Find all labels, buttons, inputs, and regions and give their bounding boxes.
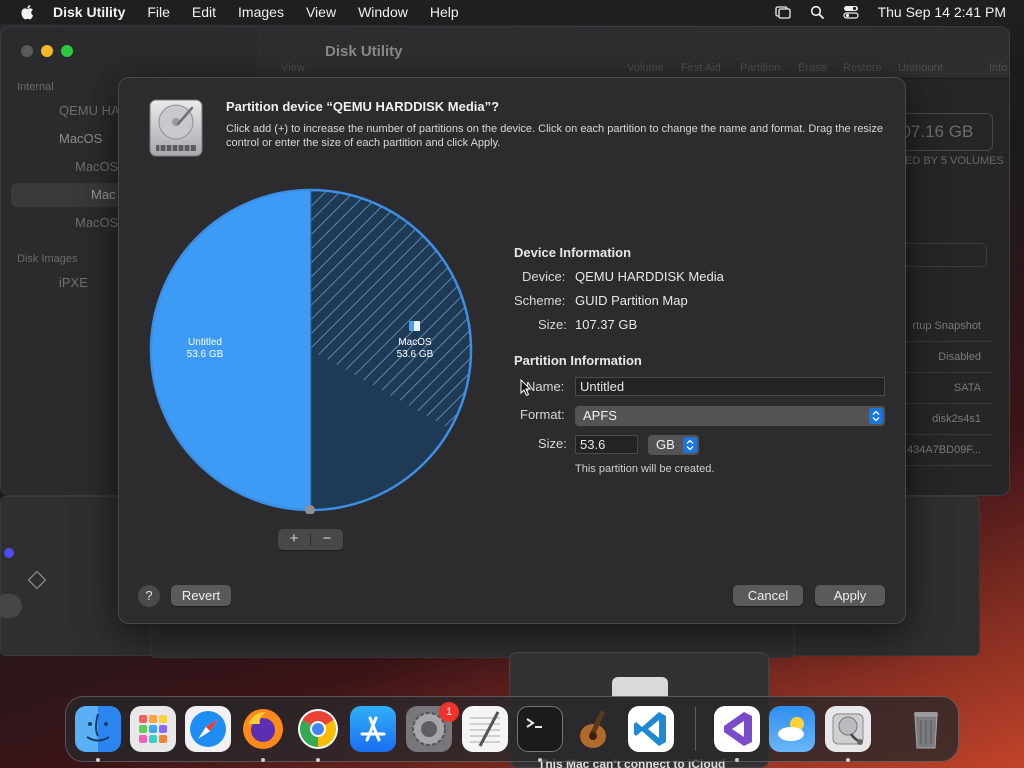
apple-logo-icon bbox=[612, 677, 668, 697]
weather-icon[interactable] bbox=[769, 706, 815, 752]
format-select-value: APFS bbox=[583, 408, 617, 423]
partition-size-field[interactable]: 53.6 bbox=[575, 435, 638, 454]
partition-size-label: Size: bbox=[538, 436, 567, 451]
zoom-window-button[interactable] bbox=[61, 45, 73, 57]
sheet-title: Partition device “QEMU HARDDISK Media”? bbox=[226, 99, 500, 114]
toolbar-partition-button[interactable]: Partition bbox=[740, 62, 780, 74]
app-store-icon[interactable] bbox=[350, 706, 396, 752]
apply-button[interactable]: Apply bbox=[815, 585, 885, 606]
device-info-heading: Device Information bbox=[514, 245, 632, 260]
textedit-icon[interactable] bbox=[462, 706, 508, 752]
sidebar-section-disk-images: Disk Images bbox=[17, 253, 78, 265]
toolbar-erase-button[interactable]: Erase bbox=[798, 62, 827, 74]
size-unit-select[interactable]: GB bbox=[648, 435, 699, 455]
sidebar-item-macos-volume[interactable]: MacOS bbox=[75, 159, 118, 174]
firefox-icon[interactable] bbox=[240, 706, 286, 752]
visual-studio-icon[interactable] bbox=[714, 706, 760, 752]
device-label: Device: bbox=[522, 269, 566, 284]
menu-edit[interactable]: Edit bbox=[192, 4, 216, 20]
macos-finder-icon bbox=[409, 321, 420, 331]
notification-badge: 1 bbox=[439, 702, 459, 722]
du-toolbar: Disk Utility View Volume First Aid Parti… bbox=[257, 27, 1009, 79]
scheme-value: GUID Partition Map bbox=[575, 293, 688, 308]
menu-clock[interactable]: Thu Sep 14 2:41 PM bbox=[878, 4, 1006, 20]
vscode-icon[interactable] bbox=[628, 706, 674, 752]
toolbar-restore-button[interactable]: Restore bbox=[843, 62, 882, 74]
partition-add-remove-control: + − bbox=[278, 529, 343, 550]
pie-label-macos-name: MacOS bbox=[398, 337, 432, 348]
toolbar-first-aid-button[interactable]: First Aid bbox=[681, 62, 721, 74]
sheet-description: Click add (+) to increase the number of … bbox=[226, 123, 883, 149]
close-window-button[interactable] bbox=[21, 45, 33, 57]
control-center-icon[interactable] bbox=[842, 4, 860, 20]
device-size-value: 107.37 GB bbox=[575, 317, 638, 332]
add-partition-button[interactable]: + bbox=[278, 529, 310, 550]
running-indicator bbox=[261, 758, 265, 762]
menu-view[interactable]: View bbox=[306, 4, 336, 20]
shared-volumes-caption: ED BY 5 VOLUMES bbox=[905, 155, 1004, 167]
running-indicator bbox=[538, 758, 542, 762]
format-label: Format: bbox=[520, 407, 565, 422]
partition-note: This partition will be created. bbox=[575, 463, 715, 475]
partition-name-field[interactable]: Untitled bbox=[575, 377, 885, 396]
dock: 1 bbox=[65, 696, 959, 762]
device-size-label: Size: bbox=[538, 317, 567, 332]
menu-images[interactable]: Images bbox=[238, 4, 284, 20]
revert-button[interactable]: Revert bbox=[171, 585, 231, 606]
pie-label-untitled-size: 53.6 GB bbox=[187, 349, 224, 360]
toolbar-info-button[interactable]: Info bbox=[989, 62, 1007, 74]
chrome-icon[interactable] bbox=[295, 706, 341, 752]
running-indicator bbox=[846, 758, 850, 762]
sidebar-item-macos-data[interactable]: MacOS bbox=[75, 215, 118, 230]
mouse-cursor-icon bbox=[520, 379, 532, 397]
running-indicator bbox=[735, 758, 739, 762]
pie-slice-untitled[interactable] bbox=[151, 190, 311, 510]
dock-separator bbox=[695, 707, 696, 751]
du-window-title: Disk Utility bbox=[325, 43, 403, 60]
menu-window[interactable]: Window bbox=[358, 4, 408, 20]
sidebar-item-qemu[interactable]: QEMU HA bbox=[59, 103, 120, 118]
menu-file[interactable]: File bbox=[147, 4, 170, 20]
menu-help[interactable]: Help bbox=[430, 4, 459, 20]
format-select[interactable]: APFS bbox=[575, 406, 885, 426]
terminal-icon[interactable] bbox=[517, 706, 563, 752]
menu-app-name[interactable]: Disk Utility bbox=[53, 4, 125, 20]
running-indicator bbox=[96, 758, 100, 762]
unit-chevron-icon bbox=[683, 437, 697, 453]
cancel-button[interactable]: Cancel bbox=[733, 585, 803, 606]
pie-label-macos-size: 53.6 GB bbox=[397, 349, 434, 360]
hard-disk-icon bbox=[149, 99, 203, 157]
size-unit-value: GB bbox=[656, 437, 675, 452]
scheme-label: Scheme: bbox=[514, 293, 566, 308]
launchpad-icon[interactable] bbox=[130, 706, 176, 752]
pie-label-untitled-name: Untitled bbox=[188, 337, 222, 348]
partition-pie-chart[interactable]: Untitled 53.6 GB MacOS 53.6 GB bbox=[147, 186, 475, 514]
device-value: QEMU HARDDISK Media bbox=[575, 269, 724, 284]
remove-partition-button[interactable]: − bbox=[311, 529, 343, 550]
trash-icon[interactable] bbox=[903, 706, 949, 752]
menu-bar: Disk Utility File Edit Images View Windo… bbox=[0, 0, 1024, 24]
minimize-window-button[interactable] bbox=[41, 45, 53, 57]
disk-utility-icon[interactable] bbox=[825, 706, 871, 752]
format-chevron-icon bbox=[869, 408, 883, 424]
toolbar-unmount-button[interactable]: Unmount bbox=[898, 62, 943, 74]
partition-sheet: Partition device “QEMU HARDDISK Media”? … bbox=[118, 77, 906, 624]
apple-menu-icon[interactable] bbox=[19, 3, 37, 21]
finder-icon[interactable] bbox=[75, 706, 121, 752]
toolbar-volume-button[interactable]: Volume bbox=[627, 62, 664, 74]
spotlight-search-icon[interactable] bbox=[808, 4, 826, 20]
sidebar-section-internal: Internal bbox=[17, 81, 54, 93]
help-button[interactable]: ? bbox=[138, 585, 160, 607]
partition-info-heading: Partition Information bbox=[514, 353, 642, 368]
safari-icon[interactable] bbox=[185, 706, 231, 752]
instruments-icon[interactable] bbox=[573, 706, 619, 752]
sidebar-item-ipxe[interactable]: iPXE bbox=[59, 275, 88, 290]
diamond-icon bbox=[27, 570, 47, 590]
status-dot bbox=[4, 548, 14, 558]
sidebar-item-mac-selected[interactable]: Mac bbox=[91, 187, 116, 202]
sidebar-item-macos-container[interactable]: MacOS bbox=[59, 131, 102, 146]
running-indicator bbox=[316, 758, 320, 762]
toolbar-view-button[interactable]: View bbox=[281, 62, 305, 74]
screen-mirroring-icon[interactable] bbox=[774, 4, 792, 20]
